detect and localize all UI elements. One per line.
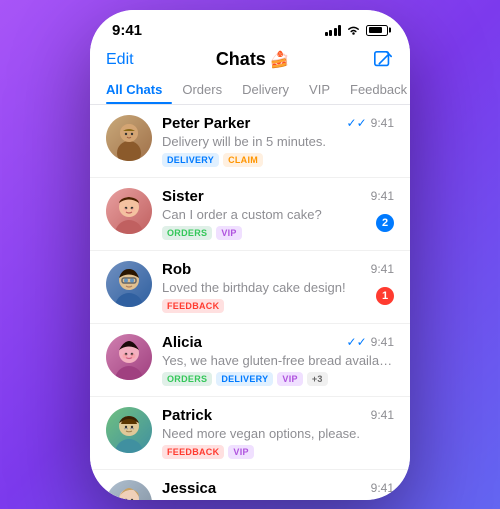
chat-preview: Need more vegan options, please. — [162, 426, 394, 441]
chat-preview: Loved the birthday cake design! — [162, 280, 394, 295]
chat-time: 9:41 — [371, 481, 394, 495]
wifi-icon — [346, 25, 361, 36]
tag-more: +3 — [307, 372, 328, 386]
chat-time: 9:41 — [371, 262, 394, 276]
avatar — [106, 188, 152, 234]
list-item[interactable]: Sister 9:41 Can I order a custom cake? O… — [90, 178, 410, 251]
list-item[interactable]: Peter Parker ✓✓ 9:41 Delivery will be in… — [90, 105, 410, 178]
avatar — [106, 407, 152, 453]
chat-list: Peter Parker ✓✓ 9:41 Delivery will be in… — [90, 105, 410, 500]
chat-name: Alicia — [162, 334, 202, 351]
unread-badge: 2 — [376, 214, 394, 232]
read-check-icon: ✓✓ — [347, 116, 367, 130]
chat-time: 9:41 — [371, 335, 394, 349]
chat-content: Patrick 9:41 Need more vegan options, pl… — [162, 407, 394, 459]
chat-top: Jessica 9:41 — [162, 480, 394, 497]
chat-top: Patrick 9:41 — [162, 407, 394, 424]
tab-feedback[interactable]: Feedback — [340, 75, 410, 104]
chat-tags: ORDERS VIP — [162, 226, 394, 240]
header: Edit Chats 🍰 — [90, 43, 410, 75]
chat-tags: FEEDBACK VIP — [162, 445, 394, 459]
tag-vip: VIP — [228, 445, 253, 459]
tab-vip[interactable]: VIP — [299, 75, 340, 104]
chat-time-wrap: 9:41 — [371, 262, 394, 276]
chat-top: Peter Parker ✓✓ 9:41 — [162, 115, 394, 132]
battery-icon — [366, 25, 388, 36]
chat-time: 9:41 — [371, 189, 394, 203]
tag-vip: VIP — [277, 372, 302, 386]
page-title: Chats — [216, 49, 266, 70]
avatar — [106, 480, 152, 500]
chat-time-wrap: ✓✓ 9:41 — [347, 116, 394, 130]
tab-orders[interactable]: Orders — [172, 75, 232, 104]
tag-delivery: DELIVERY — [162, 153, 219, 167]
tag-feedback: FEEDBACK — [162, 299, 224, 313]
unread-badge: 1 — [376, 287, 394, 305]
chat-content: Alicia ✓✓ 9:41 Yes, we have gluten-free … — [162, 334, 394, 386]
chat-name: Rob — [162, 261, 191, 278]
chat-preview: Delivery will be in 5 minutes. — [162, 134, 394, 149]
chat-name: Sister — [162, 188, 204, 205]
read-check-icon: ✓✓ — [347, 335, 367, 349]
signal-icon — [325, 25, 342, 36]
chat-tags: DELIVERY CLAIM — [162, 153, 394, 167]
chat-time-wrap: 9:41 — [371, 481, 394, 495]
chat-top: Sister 9:41 — [162, 188, 394, 205]
chat-tags: FEEDBACK — [162, 299, 394, 313]
tag-orders: ORDERS — [162, 226, 212, 240]
avatar — [106, 115, 152, 161]
chat-tags: ORDERS DELIVERY VIP +3 — [162, 372, 394, 386]
chat-content: Rob 9:41 Loved the birthday cake design!… — [162, 261, 394, 313]
status-time: 9:41 — [112, 22, 142, 39]
compose-button[interactable] — [372, 49, 394, 71]
chat-time-wrap: 9:41 — [371, 189, 394, 203]
tag-orders: ORDERS — [162, 372, 212, 386]
tab-delivery[interactable]: Delivery — [232, 75, 299, 104]
list-item[interactable]: Jessica 9:41 Nice, got it. — [90, 470, 410, 500]
tab-all-chats[interactable]: All Chats — [106, 75, 172, 104]
tag-claim: CLAIM — [223, 153, 263, 167]
chat-preview: Can I order a custom cake? — [162, 207, 394, 222]
tab-bar: All Chats Orders Delivery VIP Feedback — [90, 75, 410, 105]
chat-time: 9:41 — [371, 116, 394, 130]
chat-content: Jessica 9:41 Nice, got it. — [162, 480, 394, 500]
chat-time: 9:41 — [371, 408, 394, 422]
list-item[interactable]: Alicia ✓✓ 9:41 Yes, we have gluten-free … — [90, 324, 410, 397]
chat-content: Sister 9:41 Can I order a custom cake? O… — [162, 188, 394, 240]
chat-content: Peter Parker ✓✓ 9:41 Delivery will be in… — [162, 115, 394, 167]
list-item[interactable]: Rob 9:41 Loved the birthday cake design!… — [90, 251, 410, 324]
chat-time-wrap: 9:41 — [371, 408, 394, 422]
status-bar: 9:41 — [90, 10, 410, 43]
avatar — [106, 334, 152, 380]
header-title-wrap: Chats 🍰 — [216, 49, 290, 70]
chat-name: Patrick — [162, 407, 212, 424]
chat-name: Peter Parker — [162, 115, 250, 132]
compose-icon — [373, 50, 393, 70]
title-emoji: 🍰 — [270, 50, 290, 70]
tag-feedback: FEEDBACK — [162, 445, 224, 459]
edit-button[interactable]: Edit — [106, 51, 134, 69]
avatar — [106, 261, 152, 307]
chat-top: Alicia ✓✓ 9:41 — [162, 334, 394, 351]
status-icons — [325, 25, 389, 36]
tag-vip: VIP — [216, 226, 241, 240]
chat-time-wrap: ✓✓ 9:41 — [347, 335, 394, 349]
chat-name: Jessica — [162, 480, 216, 497]
chat-top: Rob 9:41 — [162, 261, 394, 278]
list-item[interactable]: Patrick 9:41 Need more vegan options, pl… — [90, 397, 410, 470]
chat-preview: Yes, we have gluten-free bread available… — [162, 353, 394, 368]
tag-delivery: DELIVERY — [216, 372, 273, 386]
chat-preview: Nice, got it. — [162, 499, 394, 500]
phone-frame: 9:41 Edit Chats 🍰 — [90, 10, 410, 500]
